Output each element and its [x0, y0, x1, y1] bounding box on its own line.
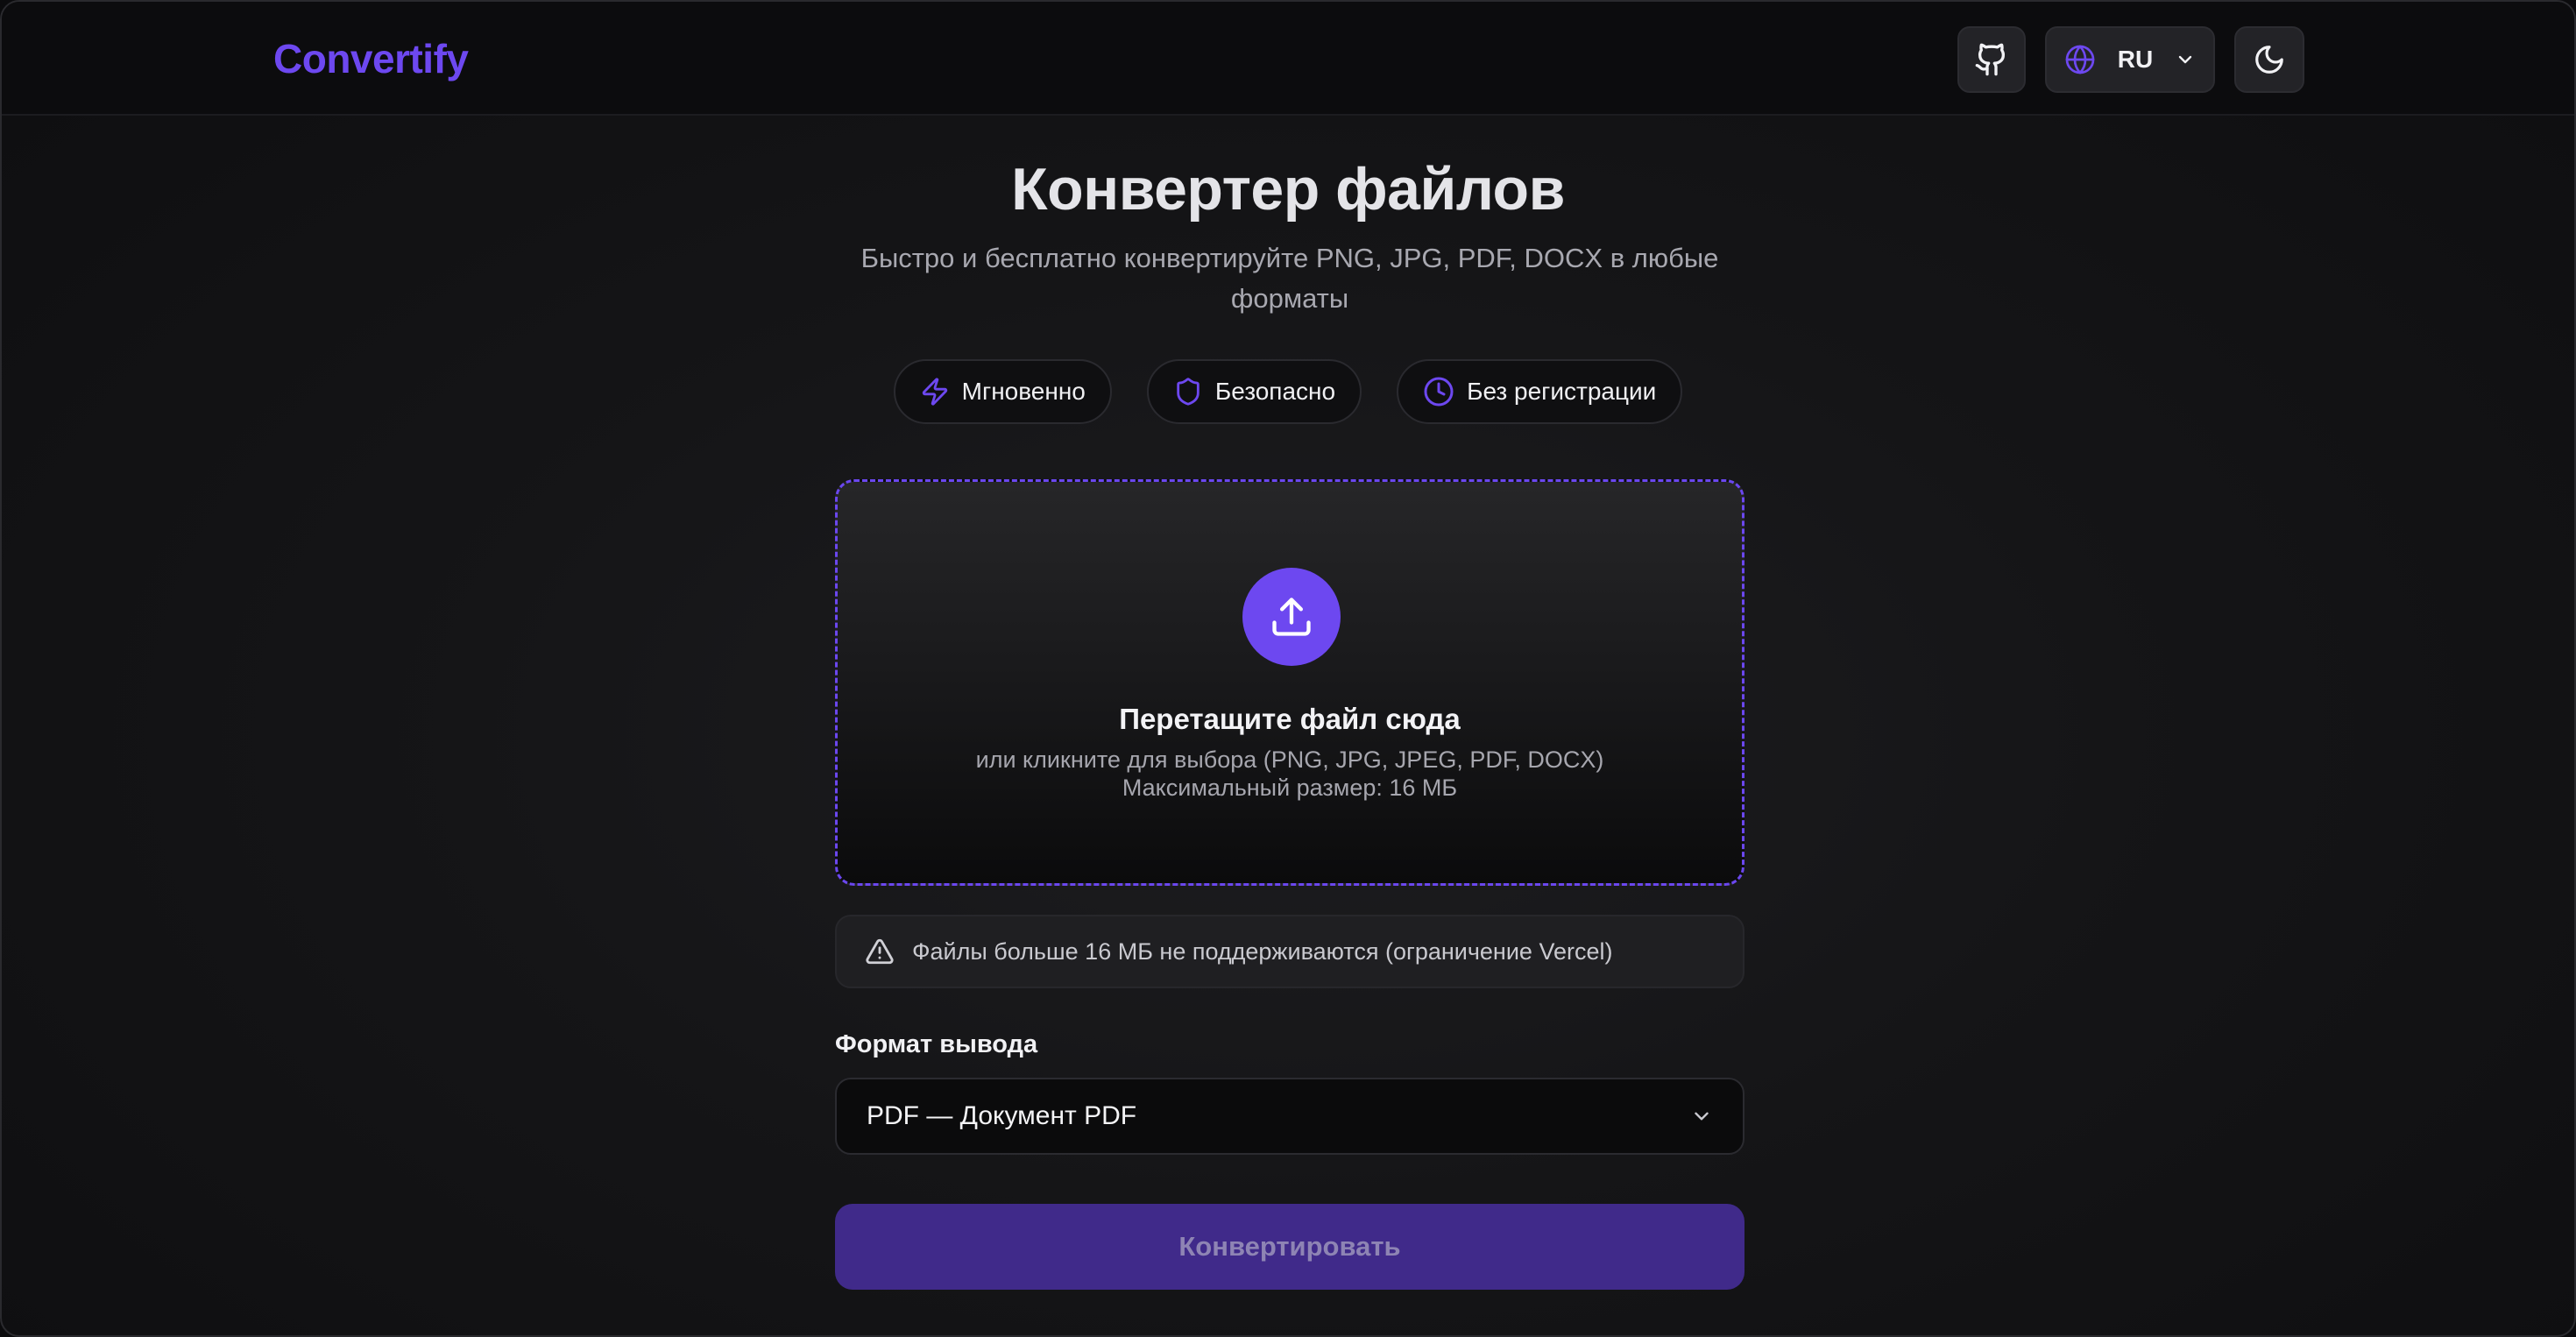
dropzone-title: Перетащите файл сюда — [1119, 703, 1461, 735]
shield-icon — [1177, 378, 1200, 406]
moon-icon — [2255, 46, 2283, 74]
output-format-value: PDF — Документ PDF — [867, 1101, 1137, 1130]
dropzone-max-size: Максимальный размер: 16 МБ — [1122, 775, 1458, 801]
page-subtitle: Быстро и бесплатно конвертируйте PNG, JP… — [860, 243, 1719, 314]
file-dropzone[interactable]: Перетащите файл сюда или кликните для вы… — [835, 479, 1744, 886]
clock-icon — [1424, 377, 1454, 407]
badge-label: Безопасно — [1214, 378, 1336, 405]
github-icon — [1975, 43, 2006, 76]
chevron-down-icon — [1695, 1112, 1709, 1121]
alert-text: Файлы больше 16 МБ не поддерживаются (ог… — [912, 937, 1613, 965]
feature-badges: Мгновенно Безопасно Без регистрации — [2, 359, 2574, 424]
dropzone-hint: или кликните для выбора (PNG, JPG, JPEG,… — [975, 746, 1604, 773]
output-format-select[interactable]: PDF — Документ PDF — [835, 1078, 1744, 1155]
github-button[interactable] — [1957, 26, 2026, 93]
logo[interactable]: Convertify — [273, 35, 469, 82]
badge-secure: Безопасно — [1146, 359, 1362, 424]
warning-triangle-icon — [866, 938, 894, 965]
theme-toggle-button[interactable] — [2234, 26, 2304, 93]
upload-icon — [1272, 598, 1311, 636]
language-label: RU — [2117, 46, 2154, 73]
top-header: Convertify RU — [2, 2, 2574, 116]
chevron-down-icon — [2178, 55, 2192, 64]
upload-button[interactable] — [1242, 568, 1341, 666]
language-selector[interactable]: RU — [2045, 26, 2215, 93]
output-format-label: Формат вывода — [835, 1030, 1038, 1058]
page-title: Конвертер файлов — [1011, 156, 1565, 223]
globe-icon — [2065, 45, 2095, 74]
app-window: Convertify RU Конвертер файлов Быстро и … — [0, 0, 2576, 1337]
badge-instant: Мгновенно — [893, 359, 1112, 424]
badge-label: Мгновенно — [961, 378, 1086, 405]
convert-button[interactable]: Конвертировать — [835, 1204, 1744, 1290]
lightning-icon — [922, 378, 947, 406]
badge-label: Без регистрации — [1467, 378, 1657, 405]
badge-no-registration: Без регистрации — [1397, 359, 1683, 424]
size-limit-alert: Файлы больше 16 МБ не поддерживаются (ог… — [835, 915, 1744, 988]
